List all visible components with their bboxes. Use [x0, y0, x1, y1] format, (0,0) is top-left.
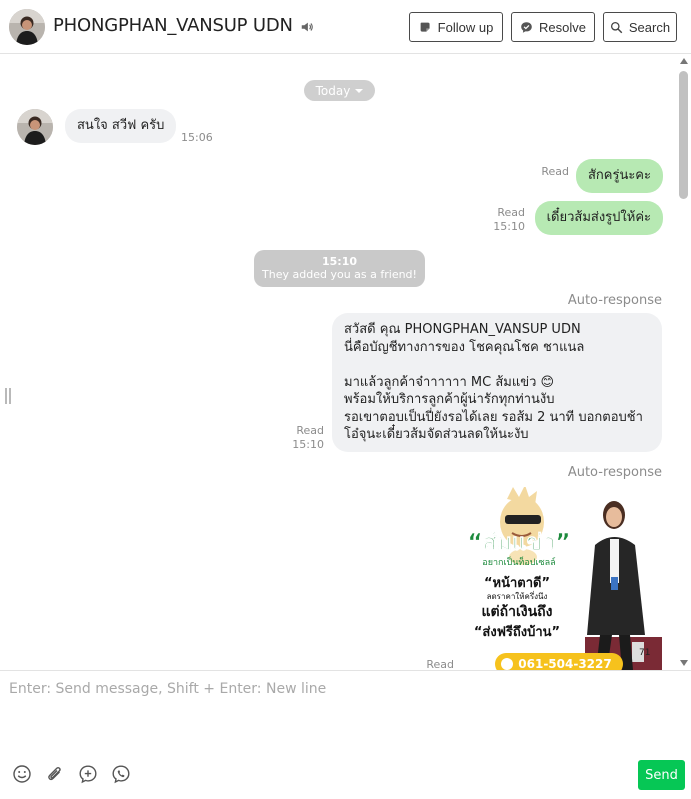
add-icon — [79, 765, 97, 784]
panel-resize-handle[interactable] — [5, 388, 13, 404]
follow-up-button[interactable]: Follow up — [409, 12, 503, 42]
promo-phone: 061-504-3227 — [518, 657, 611, 670]
resolve-label: Resolve — [539, 19, 586, 35]
message-time: 15:10 — [493, 220, 525, 233]
chat-header: PHONGPHAN_VANSUP UDN Follow up Resolve S… — [0, 0, 691, 54]
promo-line-1: “หน้าตาดี” — [484, 575, 550, 591]
message-meta: Read 15:10 — [493, 206, 525, 234]
message-list[interactable]: Today สนใจ สวีฟ ครับ 15:06 Read สักครู่น… — [0, 55, 691, 670]
message-time: 15:10 — [292, 438, 324, 451]
sender-avatar[interactable] — [17, 109, 53, 145]
resolve-button[interactable]: Resolve — [511, 12, 595, 42]
search-icon — [610, 21, 623, 33]
speaker-icon[interactable] — [300, 20, 314, 34]
attach-button[interactable] — [44, 763, 66, 785]
incoming-message[interactable]: สนใจ สวีฟ ครับ — [65, 109, 177, 143]
promo-badge: 71 — [639, 648, 650, 658]
scroll-down-icon[interactable] — [680, 660, 688, 666]
chevron-down-icon — [355, 88, 364, 93]
auto-response-message[interactable]: สวัสดี คุณ PHONGPHAN_VANSUP UDN นี่คือบั… — [332, 313, 662, 452]
send-button[interactable]: Send — [638, 760, 685, 790]
scroll-up-icon[interactable] — [680, 58, 688, 64]
date-label: Today — [315, 83, 351, 98]
scrollbar-thumb[interactable] — [679, 71, 688, 199]
follow-up-icon — [420, 22, 430, 32]
read-status: Read — [426, 658, 454, 670]
emoji-icon — [13, 765, 31, 783]
contact-name: PHONGPHAN_VANSUP UDN — [53, 15, 293, 36]
search-label: Search — [628, 19, 671, 35]
outgoing-message[interactable]: เดี๋ยวส้มส่งรูปให้ค่ะ — [534, 201, 663, 235]
contact-avatar[interactable] — [9, 9, 45, 45]
system-notice-text: They added you as a friend! — [262, 268, 417, 281]
promo-line-2: ลดราคาให้ครึ่งนึง — [487, 590, 548, 601]
follow-up-label: Follow up — [437, 19, 494, 35]
promo-graphic: “ส้มแข่ว” อยากเป็นท็อปเซลล์ “หน้าตาดี” ล… — [467, 487, 662, 670]
message-meta: Read 15:10 — [292, 424, 324, 452]
system-notice-time: 15:10 — [321, 255, 357, 268]
promo-image[interactable]: “ส้มแข่ว” อยากเป็นท็อปเซลล์ “หน้าตาดี” ล… — [467, 487, 662, 670]
emoji-button[interactable] — [11, 763, 33, 785]
auto-response-label: Auto-response — [567, 293, 662, 308]
read-status: Read — [541, 165, 569, 178]
date-filter[interactable]: Today — [304, 80, 375, 101]
promo-line-4: “ส่งฟรีถึงบ้าน” — [474, 624, 560, 640]
resolve-icon — [521, 21, 532, 33]
promo-title: “ส้มแข่ว” — [468, 530, 571, 556]
message-composer: Send — [0, 670, 691, 799]
search-button[interactable]: Search — [603, 12, 677, 42]
outgoing-message[interactable]: สักครู่นะคะ — [575, 159, 663, 193]
add-content-button[interactable] — [77, 763, 99, 785]
auto-response-label: Auto-response — [567, 465, 662, 480]
phone-icon — [112, 765, 130, 784]
message-time: 15:06 — [181, 131, 213, 144]
message-input[interactable] — [9, 681, 669, 751]
chat-scrollbar[interactable] — [677, 55, 691, 670]
call-button[interactable] — [110, 763, 132, 785]
system-notice: 15:10 They added you as a friend! — [254, 250, 425, 287]
promo-line-3: แต่ถ้าเงินถึง — [482, 603, 553, 620]
read-status: Read — [497, 206, 525, 219]
read-status: Read — [296, 424, 324, 437]
attachment-icon — [48, 766, 61, 781]
